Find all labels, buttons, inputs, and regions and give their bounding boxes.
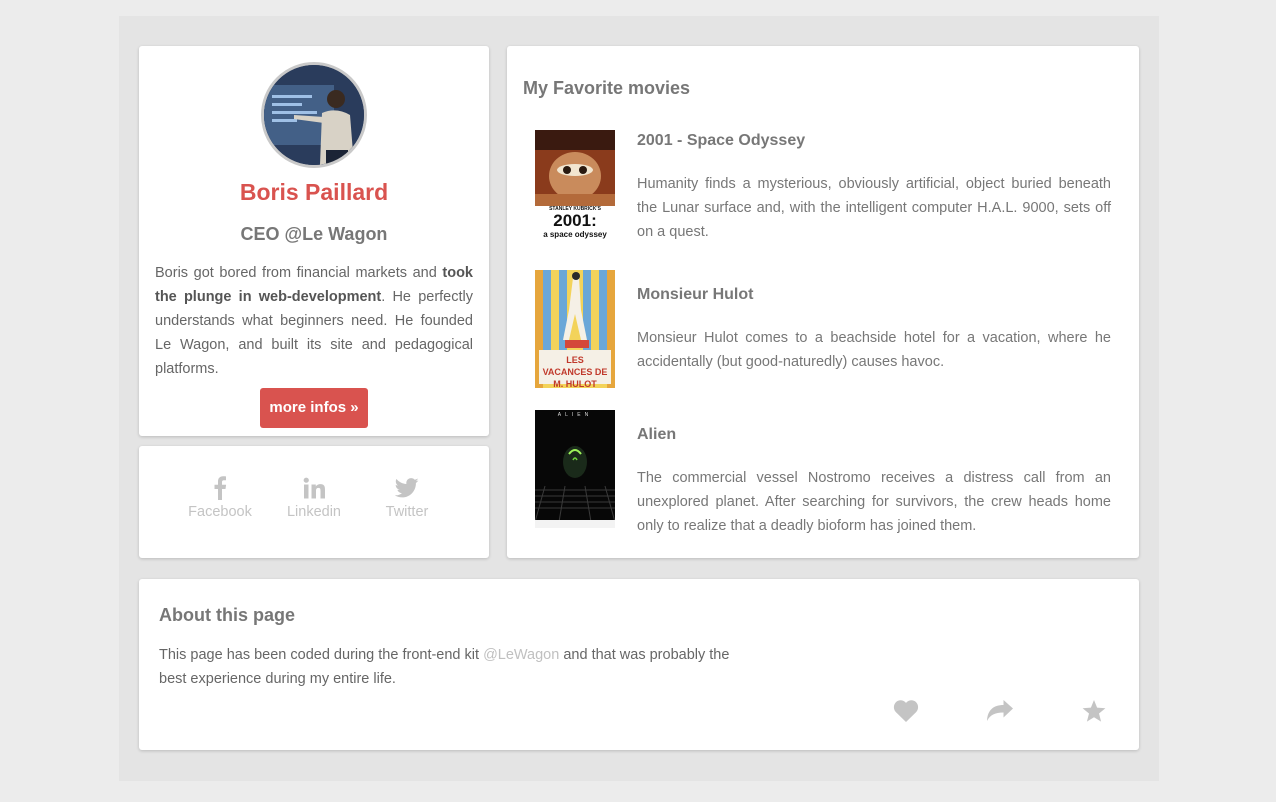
social-linkedin[interactable]: Linkedin bbox=[269, 474, 359, 520]
social-twitter[interactable]: Twitter bbox=[362, 474, 452, 520]
avatar bbox=[261, 62, 367, 168]
movie-description: Humanity finds a mysterious, obviously a… bbox=[637, 176, 1111, 240]
poster-hulot-text: LES VACANCES DE M. HULOT bbox=[542, 355, 608, 388]
movie-description: The commercial vessel Nostromo receives … bbox=[637, 470, 1111, 534]
social-card: Facebook Linkedin Twitter bbox=[139, 446, 489, 558]
movies-title: My Favorite movies bbox=[523, 78, 691, 98]
about-card: About this page This page has been coded… bbox=[139, 579, 1139, 750]
profile-bio: Boris got bored from financial markets a… bbox=[155, 261, 473, 381]
poster-alien-text: ALIEN bbox=[557, 412, 593, 418]
heart-icon[interactable] bbox=[891, 696, 921, 726]
movie-poster-alien: ALIEN bbox=[535, 410, 615, 528]
about-text: This page has been coded during the fron… bbox=[159, 643, 749, 691]
social-label: Linkedin bbox=[286, 504, 341, 520]
social-facebook[interactable]: Facebook bbox=[175, 474, 265, 520]
linkedin-icon bbox=[269, 474, 359, 502]
movie-poster-2001: STANLEY KUBRICK'S 2001: a space odyssey bbox=[535, 130, 615, 242]
more-infos-button[interactable]: more infos » bbox=[260, 388, 368, 428]
movie-description: Monsieur Hulot comes to a beachside hote… bbox=[637, 330, 1111, 370]
bio-text-1: Boris got bored from financial markets a… bbox=[155, 265, 437, 281]
profile-role: CEO @Le Wagon bbox=[240, 224, 388, 244]
page-container: Boris Paillard CEO @Le Wagon Boris got b… bbox=[119, 16, 1159, 781]
poster-2001-text: STANLEY KUBRICK'S 2001: a space odyssey bbox=[535, 206, 615, 239]
twitter-icon bbox=[362, 474, 452, 502]
about-title: About this page bbox=[159, 605, 295, 625]
profile-name: Boris Paillard bbox=[239, 179, 389, 205]
facebook-icon bbox=[175, 474, 265, 502]
poster-sub-text: a space odyssey bbox=[543, 230, 607, 239]
lewagon-link[interactable]: @LeWagon bbox=[483, 647, 559, 663]
poster-main-text: 2001: bbox=[553, 211, 597, 230]
movie-poster-hulot: LES VACANCES DE M. HULOT bbox=[535, 270, 615, 388]
share-icon[interactable] bbox=[985, 696, 1015, 726]
movie-title: 2001 - Space Odyssey bbox=[637, 132, 806, 149]
movie-title: Alien bbox=[637, 426, 677, 443]
social-label: Twitter bbox=[385, 504, 429, 520]
star-icon[interactable] bbox=[1079, 696, 1109, 726]
social-label: Facebook bbox=[188, 504, 252, 520]
movie-title: Monsieur Hulot bbox=[637, 286, 754, 303]
movies-card: My Favorite movies STANLEY KUBRICK'S 200… bbox=[507, 46, 1139, 558]
about-text-before: This page has been coded during the fron… bbox=[159, 647, 484, 663]
profile-card: Boris Paillard CEO @Le Wagon Boris got b… bbox=[139, 46, 489, 436]
